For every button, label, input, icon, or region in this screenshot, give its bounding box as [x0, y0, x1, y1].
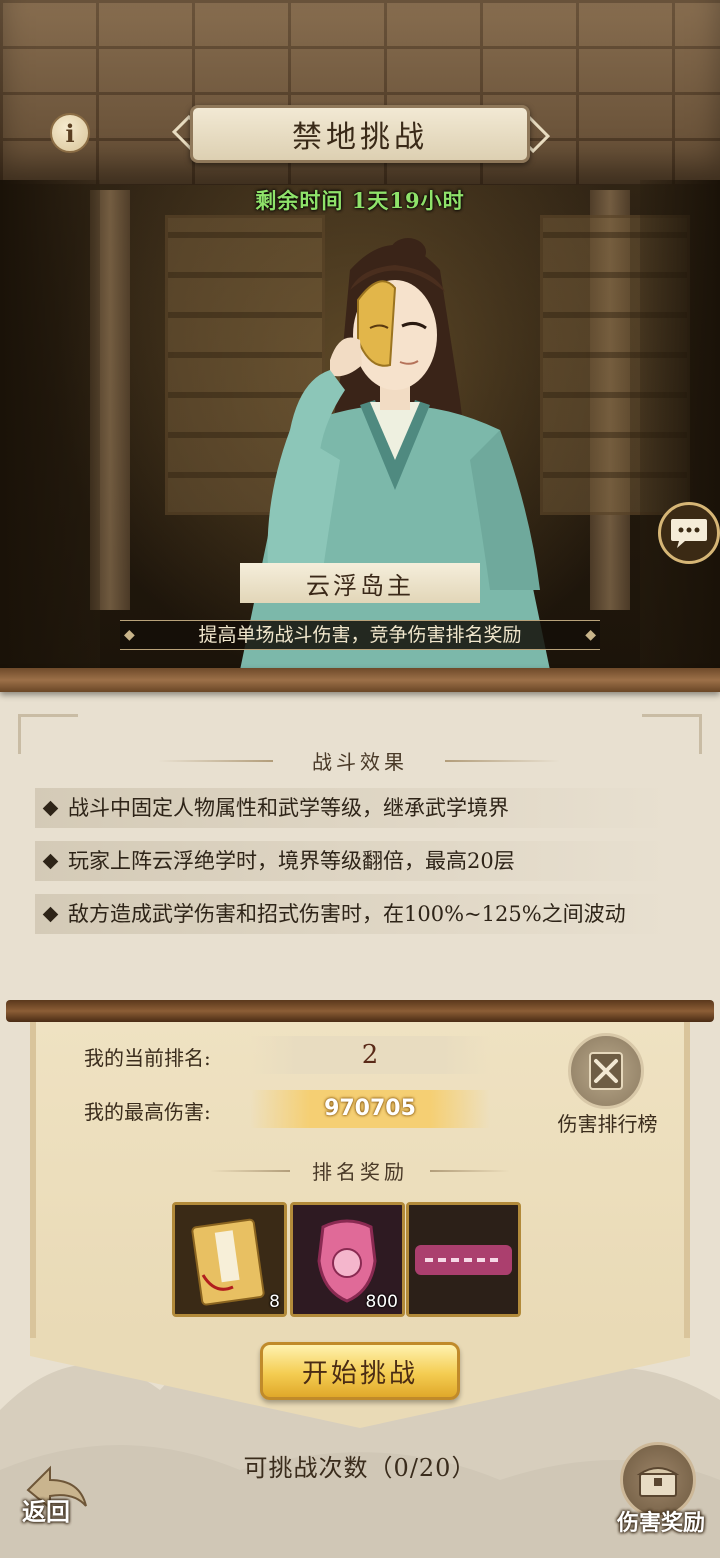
reward-count: 800	[365, 1292, 398, 1312]
info-icon: i	[65, 118, 75, 148]
title-badge-icon	[409, 1205, 518, 1314]
current-rank-label: 我的当前排名:	[84, 1046, 211, 1070]
bullet-diamond-icon	[42, 853, 59, 869]
rank-rewards-title: 排名奖励	[312, 1160, 408, 1184]
boss-scene: i 禁地挑战 剩余时间 1天19小时 云浮岛主 提高单场战斗伤害，竞争伤害排名奖…	[0, 0, 720, 672]
bullet-diamond-icon	[42, 800, 59, 816]
back-label[interactable]: 返回	[22, 1492, 70, 1527]
rock-right	[640, 180, 720, 672]
leaderboard-button[interactable]	[568, 1033, 644, 1109]
scroll-book-icon	[175, 1205, 284, 1314]
info-button[interactable]: i	[50, 113, 90, 153]
damage-reward-label[interactable]: 伤害奖励	[606, 1505, 716, 1537]
effect-text: 玩家上阵云浮绝学时，境界等级翻倍，最高20层	[68, 849, 515, 873]
boss-character-portrait	[240, 238, 550, 670]
start-challenge-button[interactable]: 开始挑战	[260, 1342, 460, 1400]
effect-item: 玩家上阵云浮绝学时，境界等级翻倍，最高20层	[35, 841, 675, 881]
reward-slot[interactable]: 800	[290, 1202, 405, 1317]
reward-count: 8	[269, 1292, 280, 1312]
best-damage-label: 我的最高伤害:	[84, 1100, 211, 1124]
chat-button[interactable]	[658, 502, 720, 564]
boss-description: 提高单场战斗伤害，竞争伤害排名奖励	[120, 620, 600, 650]
bullet-diamond-icon	[42, 906, 59, 922]
leaderboard-label[interactable]: 伤害排行榜	[540, 1108, 675, 1137]
challenge-attempts: 可挑战次数（0/20）	[243, 1454, 477, 1482]
reward-slot[interactable]	[406, 1202, 521, 1317]
effect-item: 战斗中固定人物属性和武学等级，继承武学境界	[35, 788, 675, 828]
battle-effects-title: 战斗效果	[312, 750, 408, 774]
scroll-rod	[6, 1000, 714, 1022]
effect-item: 敌方造成武学伤害和招式伤害时，在100%~125%之间波动	[35, 894, 675, 934]
effect-text: 战斗中固定人物属性和武学等级，继承武学境界	[68, 796, 509, 820]
reward-slot[interactable]: 8	[172, 1202, 287, 1317]
crossed-swords-icon	[589, 1052, 623, 1090]
treasure-chest-icon	[636, 1467, 680, 1497]
effect-text: 敌方造成武学伤害和招式伤害时，在100%~125%之间波动	[68, 902, 626, 926]
remaining-time: 剩余时间 1天19小时	[255, 188, 465, 213]
battle-effects-panel: 战斗效果 战斗中固定人物属性和武学等级，继承武学境界 玩家上阵云浮绝学时，境界等…	[0, 692, 720, 1012]
boss-name: 云浮岛主	[240, 563, 480, 603]
rock-left	[0, 180, 100, 672]
wood-divider	[0, 668, 720, 692]
best-damage-value: 970705	[250, 1090, 490, 1128]
page-title: 禁地挑战	[190, 105, 530, 163]
current-rank-value: 2	[250, 1036, 490, 1074]
chat-bubble-icon	[671, 519, 707, 548]
page-title-text: 禁地挑战	[292, 120, 428, 155]
